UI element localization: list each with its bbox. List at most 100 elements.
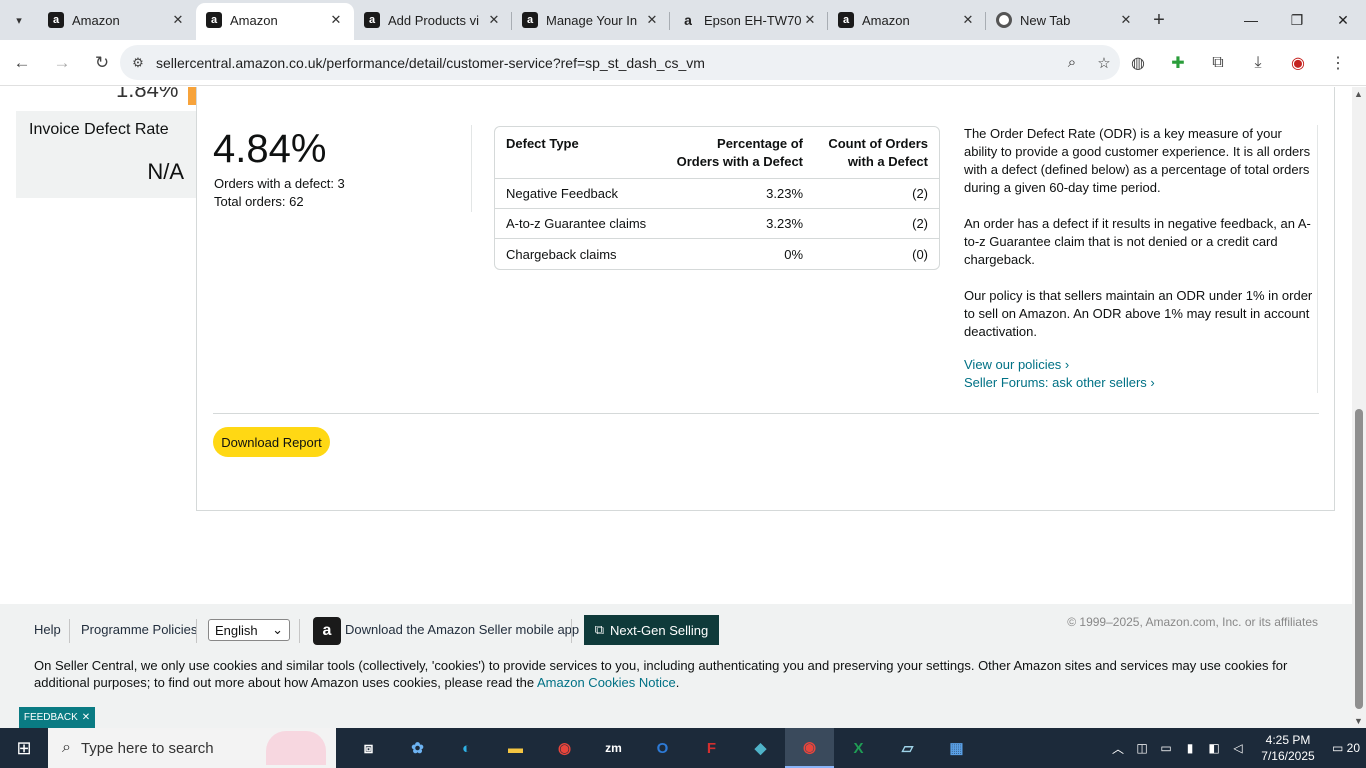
close-icon[interactable]: ✕	[644, 12, 660, 28]
url-text[interactable]: sellercentral.amazon.co.uk/performance/d…	[156, 55, 1056, 71]
time: 4:25 PM	[1265, 733, 1311, 747]
notification-count: 20	[1346, 741, 1361, 755]
description-p1: The Order Defect Rate (ODR) is a key mea…	[964, 126, 1311, 195]
forward-icon[interactable]: →	[44, 45, 80, 81]
close-icon[interactable]: ✕	[1118, 12, 1134, 28]
divider	[471, 125, 472, 212]
minimize-icon[interactable]: —	[1228, 0, 1274, 40]
translate-icon[interactable]: ◍	[1118, 53, 1158, 73]
tab-1[interactable]: a Amazon ✕	[196, 3, 354, 40]
page-content: 1.84% Invoice Defect Rate N/A 4.84% Orde…	[0, 87, 1352, 728]
calculator-icon[interactable]: ▦	[932, 728, 981, 768]
help-link[interactable]: Help	[34, 622, 61, 637]
tab-search-icon[interactable]: ▾	[0, 0, 38, 40]
tab-0[interactable]: a Amazon ✕	[38, 3, 196, 37]
odr-rate: 4.84%	[213, 127, 327, 171]
divider	[571, 619, 572, 643]
tab-2[interactable]: a Add Products vi ✕	[354, 3, 512, 37]
site-info-icon[interactable]: ⚙	[120, 55, 156, 71]
col-count-line1: Count of Orders	[828, 136, 928, 151]
chrome-icon	[996, 12, 1012, 28]
copilot-icon[interactable]: ✿	[393, 728, 442, 768]
programme-policies-link[interactable]: Programme Policies	[81, 622, 197, 637]
taskbar-search[interactable]: ⌕ Type here to search	[48, 728, 336, 768]
reload-icon[interactable]: ↻	[84, 45, 120, 81]
search-highlight-icon	[266, 731, 326, 765]
outlook-icon[interactable]: O	[638, 728, 687, 768]
scroll-up-icon[interactable]: ▲	[1354, 89, 1363, 99]
view-policies-link[interactable]: View our policies ›	[964, 357, 1069, 372]
battery-icon[interactable]: ▮	[1178, 741, 1202, 755]
invoice-defect-card[interactable]: Invoice Defect Rate N/A	[16, 111, 196, 198]
cell-count: (0)	[912, 246, 928, 262]
cookies-notice-link[interactable]: Amazon Cookies Notice	[537, 675, 676, 690]
cookie-notice: On Seller Central, we only use cookies a…	[34, 657, 1324, 691]
tab-5[interactable]: a Amazon ✕	[828, 3, 986, 37]
clock[interactable]: 4:25 PM 7/16/2025	[1250, 732, 1326, 764]
window-controls: — ❐ ✕	[1228, 0, 1366, 40]
tab-6[interactable]: New Tab ✕	[986, 3, 1144, 37]
odr-description: The Order Defect Rate (ODR) is a key mea…	[964, 125, 1316, 359]
zoom-icon[interactable]: ⌕	[1056, 54, 1088, 71]
bookmark-star-icon[interactable]: ☆	[1088, 54, 1120, 72]
notepad-icon[interactable]: ▱	[883, 728, 932, 768]
zoom-app-icon[interactable]: zm	[589, 728, 638, 768]
close-icon[interactable]: ✕	[486, 12, 502, 28]
tab-title: Add Products vi	[388, 12, 480, 28]
address-bar[interactable]: ⚙ sellercentral.amazon.co.uk/performance…	[120, 45, 1120, 80]
amazon-app-icon[interactable]: a	[313, 617, 341, 645]
volume-mute-icon[interactable]: ◁	[1226, 741, 1250, 755]
edge-icon[interactable]: ◐	[442, 728, 491, 768]
orders-with-defect: Orders with a defect: 3	[214, 176, 345, 191]
extensions-icon[interactable]: ⧉	[1198, 54, 1238, 72]
app-diamond-icon[interactable]: ◆	[736, 728, 785, 768]
cell-count: (2)	[814, 179, 939, 209]
date: 7/16/2025	[1261, 749, 1315, 763]
restore-icon[interactable]: ❐	[1274, 0, 1320, 40]
new-tab-button[interactable]: +	[1144, 0, 1174, 40]
close-icon[interactable]: ✕	[960, 12, 976, 28]
close-icon[interactable]: ✕	[82, 712, 90, 723]
cell-count: (2)	[814, 209, 939, 239]
close-icon[interactable]: ✕	[802, 12, 818, 28]
task-view-icon[interactable]: ⧈	[344, 728, 393, 768]
chevron-up-icon[interactable]: ︿	[1106, 740, 1130, 757]
download-icon[interactable]: ⤓	[1238, 54, 1278, 72]
close-icon[interactable]: ✕	[170, 12, 186, 28]
tab-title: Amazon	[862, 12, 910, 28]
filezilla-icon[interactable]: F	[687, 728, 736, 768]
download-report-button[interactable]: Download Report	[213, 427, 330, 457]
profile-icon[interactable]: ◉	[1278, 53, 1318, 73]
windows-start-icon[interactable]: ⊞	[0, 728, 48, 768]
network-icon[interactable]: ◧	[1202, 741, 1226, 755]
display-icon[interactable]: ▭	[1154, 741, 1178, 755]
col-count: Count of Orders with a Defect	[814, 127, 939, 179]
excel-icon[interactable]: X	[834, 728, 883, 768]
language-select[interactable]: English ⌄	[208, 619, 290, 641]
amazon-icon: a	[206, 12, 222, 28]
scrollbar-thumb[interactable]	[1355, 409, 1363, 709]
tab-3[interactable]: a Manage Your In ✕	[512, 3, 670, 37]
notification-icon[interactable]: ▭ 20	[1326, 741, 1366, 755]
extension-puzzle-green-icon[interactable]: ✚	[1158, 53, 1198, 73]
tab-4[interactable]: a Epson EH-TW70 ✕	[670, 3, 828, 37]
back-icon[interactable]: ←	[4, 45, 40, 81]
file-explorer-icon[interactable]: ▬	[491, 728, 540, 768]
chrome-icon[interactable]: ◉	[540, 728, 589, 768]
table-header-row: Defect Type Percentage of Orders with a D…	[495, 127, 939, 179]
next-gen-selling-button[interactable]: ⧉ Next-Gen Selling	[584, 615, 719, 645]
seller-forums-link[interactable]: Seller Forums: ask other sellers ›	[964, 375, 1155, 390]
seller-app-link[interactable]: Download the Amazon Seller mobile app	[345, 622, 579, 637]
toolbar-extensions: ◍ ✚ ⧉ ⤓ ◉ ⋮	[1118, 40, 1358, 86]
scroll-down-icon[interactable]: ▼	[1354, 716, 1363, 726]
tab-title: Manage Your In	[546, 12, 638, 28]
menu-kebab-icon[interactable]: ⋮	[1318, 53, 1358, 73]
page-scrollbar[interactable]: ▲ ▼	[1352, 87, 1366, 728]
defect-table: Defect Type Percentage of Orders with a D…	[494, 126, 940, 270]
chrome-active-icon[interactable]: ◉	[785, 728, 834, 768]
cell-type: A-to-z Guarantee claims	[495, 209, 662, 239]
close-window-icon[interactable]: ✕	[1320, 0, 1366, 40]
feedback-button[interactable]: FEEDBACK ✕	[19, 707, 95, 728]
close-icon[interactable]: ✕	[328, 12, 344, 28]
camera-icon[interactable]: ◫	[1130, 741, 1154, 755]
